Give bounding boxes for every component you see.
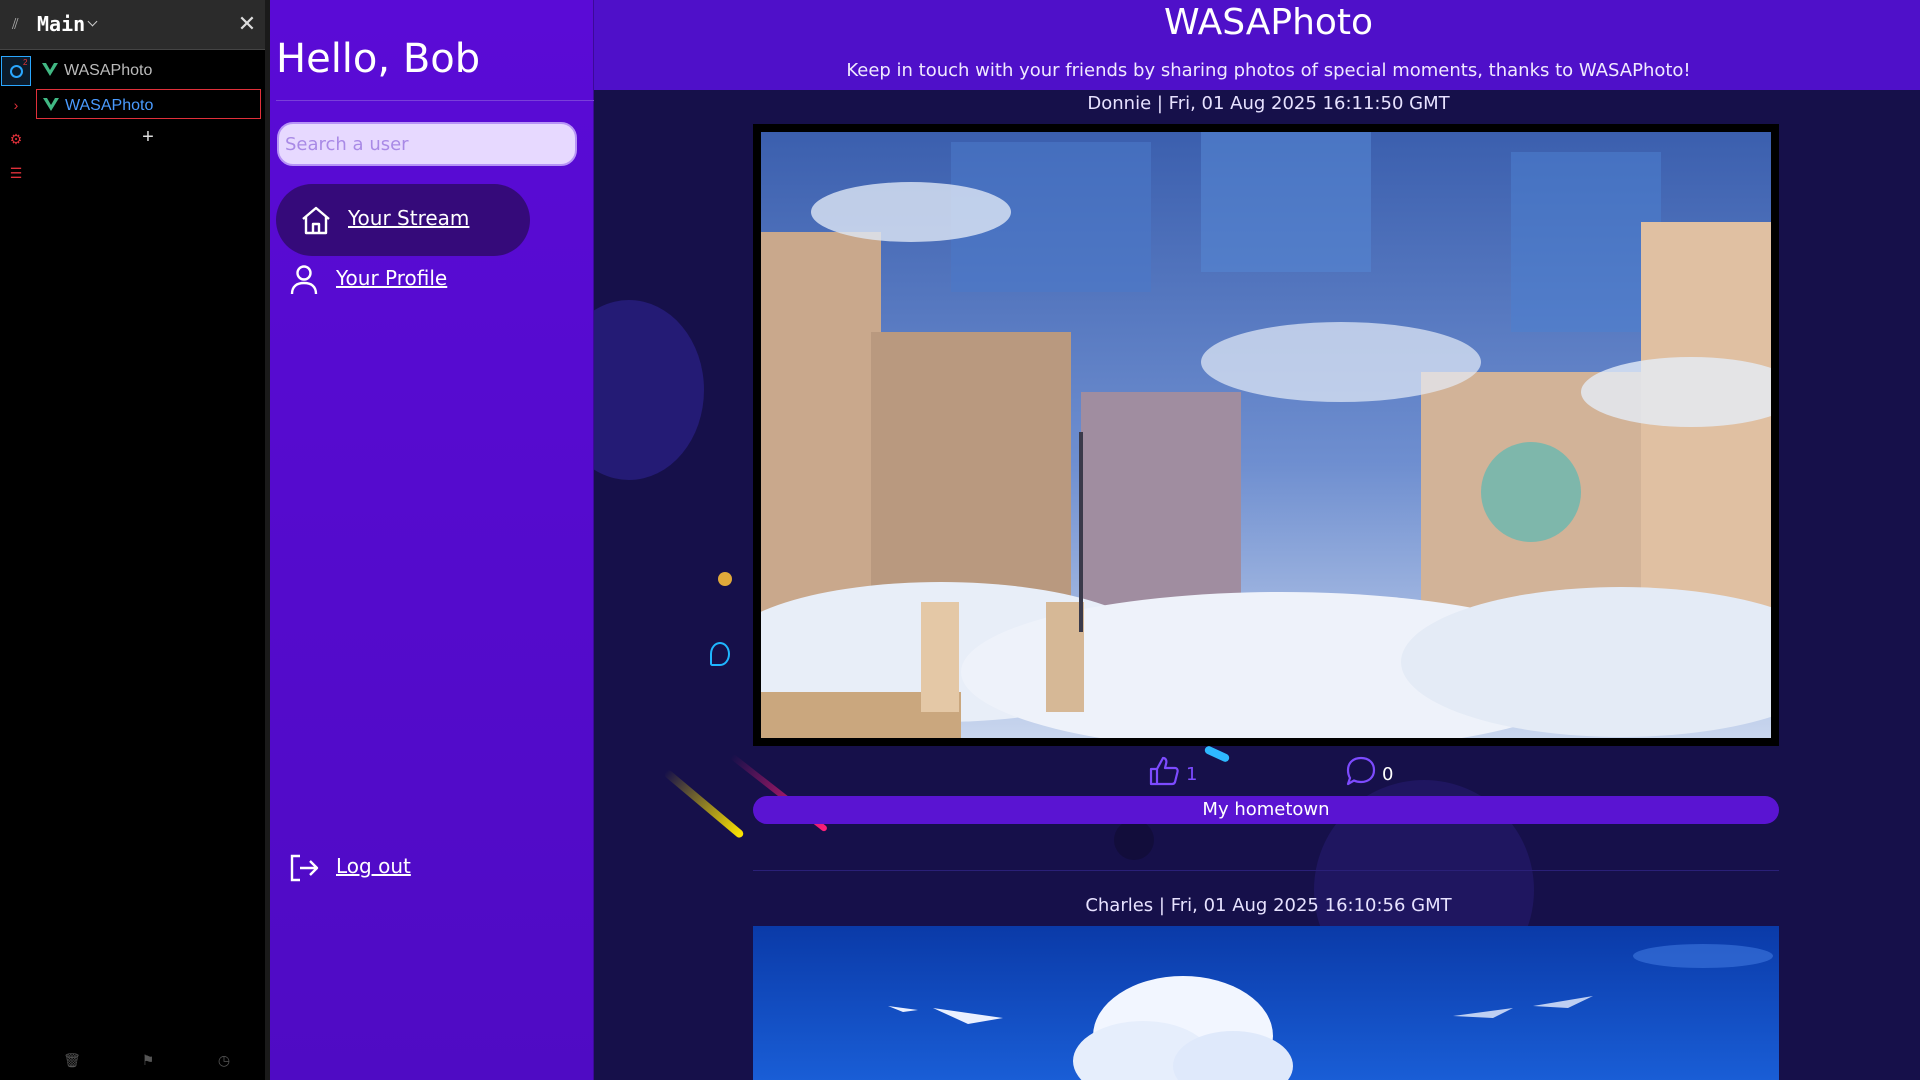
- greeting: Hello, Bob: [276, 36, 481, 82]
- devtools-rail: 2 › ⚙ ☰: [0, 50, 32, 1080]
- comment-count: 0: [1382, 764, 1394, 785]
- page-subtitle: Keep in touch with your friends by shari…: [846, 60, 1691, 81]
- sidebar: Hello, Bob Your Stream Your Profile: [270, 0, 594, 1080]
- sidebar-item-label: Your Profile: [336, 266, 448, 290]
- component-tree-item[interactable]: WASAPhoto: [36, 55, 261, 85]
- logout-icon: [290, 854, 319, 882]
- logout-label: Log out: [336, 854, 411, 878]
- chevron-right-icon[interactable]: ›: [1, 90, 31, 120]
- home-icon: [302, 206, 330, 235]
- devtools-panel: ⫽ Main ✕ 2 › ⚙ ☰ WASAPhoto WASAPhoto + 🗑…: [0, 0, 265, 1080]
- devtools-header: ⫽ Main ✕: [0, 0, 265, 50]
- pin-icon[interactable]: ⚑: [138, 1050, 158, 1070]
- comment-icon[interactable]: [1344, 754, 1378, 788]
- post-meta: Donnie | Fri, 01 Aug 2025 16:11:50 GMT: [1087, 93, 1450, 114]
- devtools-logo-icon: ⫽: [12, 15, 19, 33]
- post-photo[interactable]: [753, 926, 1779, 1080]
- app-window: Hello, Bob Your Stream Your Profile: [270, 0, 1920, 1080]
- vue-logo-icon: [42, 63, 58, 76]
- post-caption: My hometown: [753, 796, 1779, 824]
- like-count: 1: [1186, 764, 1198, 785]
- user-icon: [290, 265, 318, 295]
- sidebar-divider: [276, 100, 594, 101]
- photo-image: [721, 132, 1841, 752]
- tree-item-label: WASAPhoto: [65, 97, 154, 114]
- sidebar-item-label: Your Stream: [348, 206, 470, 230]
- page-header: WASAPhoto Keep in touch with your friend…: [594, 0, 1920, 90]
- post-meta: Charles | Fri, 01 Aug 2025 16:10:56 GMT: [1085, 895, 1452, 916]
- timeline-icon[interactable]: ☰: [1, 158, 31, 188]
- tree-item-label: WASAPhoto: [64, 62, 153, 79]
- chevron-down-icon[interactable]: [87, 16, 98, 27]
- close-icon[interactable]: ✕: [236, 11, 258, 37]
- main-content: WASAPhoto Keep in touch with your friend…: [594, 0, 1920, 1080]
- trash-icon[interactable]: 🗑: [62, 1050, 82, 1070]
- settings-icon[interactable]: ⚙: [1, 124, 31, 154]
- devtools-title[interactable]: Main: [37, 12, 85, 36]
- post-divider: [753, 870, 1779, 871]
- sidebar-item-profile[interactable]: Your Profile: [276, 244, 530, 316]
- vue-logo-icon: [43, 98, 59, 111]
- components-icon[interactable]: 2: [1, 56, 31, 86]
- post-actions: 1 0: [594, 752, 1920, 792]
- history-icon[interactable]: ◷: [214, 1050, 234, 1070]
- like-icon[interactable]: [1147, 754, 1181, 788]
- post-photo[interactable]: [721, 124, 1841, 752]
- component-tree-item-selected[interactable]: WASAPhoto: [36, 89, 261, 119]
- photo-image: [753, 926, 1779, 1080]
- rail-badge: 2: [23, 58, 28, 67]
- search-input[interactable]: [277, 122, 577, 166]
- logout-button[interactable]: Log out: [286, 848, 436, 888]
- page-title: WASAPhoto: [1163, 2, 1374, 43]
- add-icon[interactable]: +: [138, 127, 158, 147]
